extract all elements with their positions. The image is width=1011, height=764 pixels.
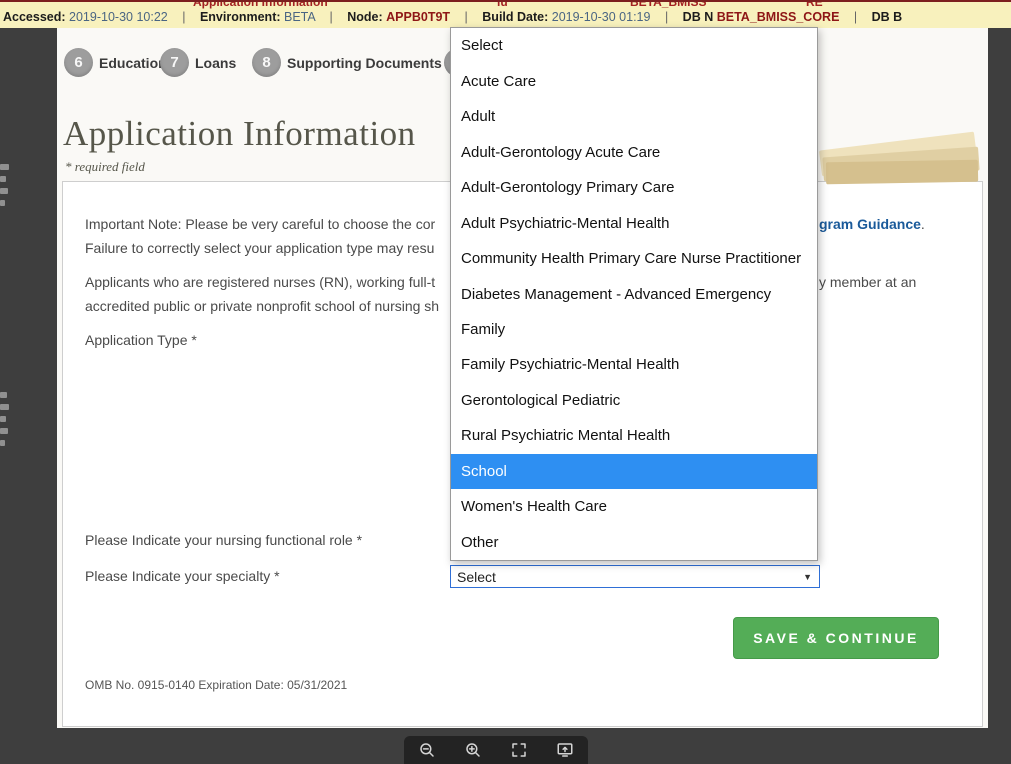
- step-8-supporting-documents[interactable]: 8 Supporting Documents: [252, 48, 442, 77]
- application-type-label: Application Type *: [85, 332, 197, 348]
- separator: |: [182, 10, 185, 24]
- clipped-text-fragment: RE: [806, 0, 823, 9]
- required-field-note: * required field: [65, 159, 145, 175]
- dropdown-option-highlighted[interactable]: School: [451, 454, 817, 489]
- environment-info-bar: Accessed: 2019-10-30 10:22 | Environment…: [3, 10, 1011, 24]
- separator: |: [330, 10, 333, 24]
- environment-banner: Application Information lu BETA_BMISS RE…: [0, 0, 1011, 28]
- page-title: Application Information: [63, 114, 416, 154]
- dropdown-option[interactable]: Adult Psychiatric-Mental Health: [451, 205, 817, 240]
- zoom-out-icon[interactable]: [416, 739, 438, 761]
- dropdown-option[interactable]: Rural Psychiatric Mental Health: [451, 418, 817, 453]
- dropdown-option[interactable]: Community Health Primary Care Nurse Prac…: [451, 241, 817, 276]
- db-name-value: BETA_BMISS_CORE: [717, 10, 840, 24]
- clipped-text-fragment: [0, 164, 9, 170]
- step-6-circle[interactable]: 6: [64, 48, 93, 77]
- clipped-banner-row: Application Information lu BETA_BMISS RE: [0, 0, 1011, 9]
- dropdown-option[interactable]: Family: [451, 312, 817, 347]
- clipped-sidebar-fragments: [0, 386, 12, 446]
- dropdown-option[interactable]: Gerontological Pediatric: [451, 383, 817, 418]
- step-8-label: Supporting Documents: [287, 55, 442, 71]
- step-6-number: 6: [74, 54, 82, 71]
- program-guidance-link[interactable]: gram Guidance: [819, 216, 921, 232]
- applicants-line2: accredited public or private nonprofit s…: [85, 298, 439, 314]
- node-value: APPB0T9T: [386, 10, 450, 24]
- step-8-number: 8: [262, 54, 270, 71]
- specialty-select-value: Select: [451, 569, 803, 585]
- step-7-circle[interactable]: 7: [160, 48, 189, 77]
- clipped-text-fragment: [0, 200, 5, 206]
- paper-stack-graphic: [818, 128, 983, 190]
- omb-note: OMB No. 0915-0140 Expiration Date: 05/31…: [85, 678, 347, 692]
- separator: |: [854, 10, 857, 24]
- fullscreen-icon[interactable]: [508, 739, 530, 761]
- save-continue-button[interactable]: SAVE & CONTINUE: [733, 617, 939, 659]
- dropdown-option[interactable]: Acute Care: [451, 63, 817, 98]
- dropdown-option[interactable]: Adult-Gerontology Primary Care: [451, 170, 817, 205]
- step-7-number: 7: [170, 54, 178, 71]
- step-7-label: Loans: [195, 55, 236, 71]
- build-date-value: 2019-10-30 01:19: [552, 10, 651, 24]
- important-note-line1-right: gram Guidance.: [819, 216, 925, 232]
- clipped-text-fragment: [0, 176, 6, 182]
- db-build-label: DB B: [872, 10, 903, 24]
- clipped-text-fragment: [0, 188, 8, 194]
- clipped-text-fragment: [0, 428, 8, 434]
- dropdown-option[interactable]: Select: [451, 28, 817, 63]
- separator: |: [665, 10, 668, 24]
- paper-sheet: [826, 160, 978, 185]
- specialty-label: Please Indicate your specialty *: [85, 568, 280, 584]
- step-7-loans[interactable]: 7 Loans: [160, 48, 236, 77]
- zoom-in-icon[interactable]: [462, 739, 484, 761]
- viewer-toolbar: [404, 736, 588, 764]
- accessed-label: Accessed:: [3, 10, 66, 24]
- fit-to-screen-icon[interactable]: [554, 739, 576, 761]
- dropdown-arrow-icon: ▼: [803, 572, 819, 582]
- clipped-sidebar-fragments: [0, 158, 12, 206]
- specialty-select[interactable]: Select ▼: [450, 565, 820, 588]
- build-date-label: Build Date:: [482, 10, 548, 24]
- separator: |: [465, 10, 468, 24]
- clipped-text-fragment: [0, 392, 7, 398]
- sentence-period: .: [921, 216, 925, 232]
- step-6-label: Education: [99, 55, 167, 71]
- clipped-text-fragment: [0, 440, 5, 446]
- important-note-line1: Important Note: Please be very careful t…: [85, 216, 435, 232]
- dropdown-option[interactable]: Family Psychiatric-Mental Health: [451, 347, 817, 382]
- clipped-text-fragment: [0, 404, 9, 410]
- specialty-dropdown-list: Select Acute Care Adult Adult-Gerontolog…: [450, 27, 818, 561]
- environment-value: BETA: [284, 10, 315, 24]
- clipped-text-fragment: [0, 416, 6, 422]
- important-note-line2: Failure to correctly select your applica…: [85, 240, 434, 256]
- dropdown-option[interactable]: Diabetes Management - Advanced Emergency: [451, 276, 817, 311]
- dropdown-option[interactable]: Adult-Gerontology Acute Care: [451, 134, 817, 169]
- dropdown-option[interactable]: Other: [451, 525, 817, 560]
- accessed-value: 2019-10-30 10:22: [69, 10, 168, 24]
- dropdown-option[interactable]: Women's Health Care: [451, 489, 817, 524]
- step-8-circle[interactable]: 8: [252, 48, 281, 77]
- viewer-right-frame: [988, 28, 1011, 728]
- clipped-text-fragment: Application Information: [193, 0, 328, 9]
- clipped-text-fragment: lu: [497, 0, 508, 9]
- viewer-left-frame: [0, 28, 57, 728]
- functional-role-label: Please Indicate your nursing functional …: [85, 532, 362, 548]
- clipped-text-fragment: BETA_BMISS: [630, 0, 706, 9]
- environment-label: Environment:: [200, 10, 281, 24]
- applicants-line1-right: y member at an: [819, 274, 916, 290]
- db-name-label: DB N: [683, 10, 714, 24]
- dropdown-option[interactable]: Adult: [451, 99, 817, 134]
- node-label: Node:: [347, 10, 382, 24]
- screenshot-viewer: Application Information lu BETA_BMISS RE…: [0, 0, 1011, 764]
- step-6-education[interactable]: 6 Education: [64, 48, 167, 77]
- applicants-line1: Applicants who are registered nurses (RN…: [85, 274, 435, 290]
